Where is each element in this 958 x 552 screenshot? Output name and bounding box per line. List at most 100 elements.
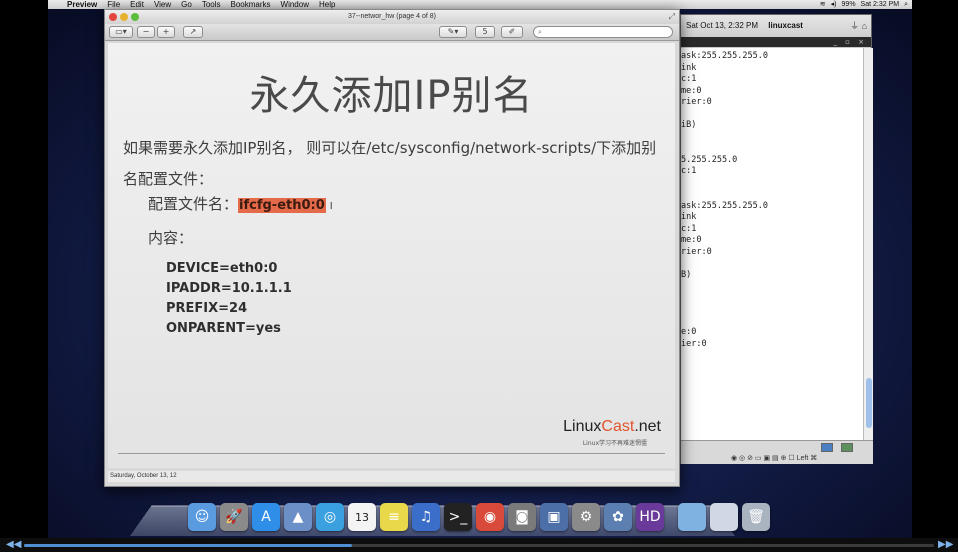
vm-display-icon[interactable]: [841, 443, 853, 452]
vm-tray-icons: ⏚ ⌂: [850, 21, 867, 31]
spotlight-icon[interactable]: ⌕: [904, 0, 908, 9]
slide-paragraph: 如果需要永久添加IP别名， 则可以在/etc/sysconfig/network…: [123, 139, 657, 188]
code-line: IPADDR=10.1.1.1: [166, 281, 292, 296]
vm-top-bar: Sat Oct 13, 2:32 PM linuxcast ⏚ ⌂: [681, 15, 871, 37]
vm-view-icon[interactable]: [821, 443, 833, 452]
code-line: PREFIX=24: [166, 301, 248, 316]
hd-icon[interactable]: HD: [636, 503, 664, 531]
slide-footer-date: Saturday, October 13, 12: [108, 471, 675, 482]
zoom-icon[interactable]: [131, 13, 139, 21]
terminal-line: c:1: [681, 166, 697, 176]
itunes-icon[interactable]: ♫: [412, 503, 440, 531]
edit-button[interactable]: ✐: [501, 26, 523, 38]
terminal-line: e:0: [681, 327, 697, 337]
close-icon[interactable]: [109, 13, 117, 21]
page-number-field[interactable]: 5: [475, 26, 495, 38]
fullscreen-icon[interactable]: ⤢: [669, 10, 675, 24]
slide-title: 永久添加IP别名: [249, 73, 534, 119]
system-preferences-icon[interactable]: ⚙: [572, 503, 600, 531]
menu-window[interactable]: Window: [276, 0, 314, 9]
search-input[interactable]: ⌕: [533, 26, 673, 38]
chrome-icon[interactable]: ◉: [476, 503, 504, 531]
calendar-icon[interactable]: 13: [348, 503, 376, 531]
terminal-line: iB): [681, 120, 697, 130]
launchpad-icon[interactable]: 🚀: [220, 503, 248, 531]
safari-icon[interactable]: ◎: [316, 503, 344, 531]
photo-booth-icon[interactable]: ◙: [508, 503, 536, 531]
menu-tools[interactable]: Tools: [197, 0, 226, 9]
trash-icon[interactable]: 🗑: [742, 503, 770, 531]
minimize-icon[interactable]: [120, 13, 128, 21]
finder-icon[interactable]: ☺: [188, 503, 216, 531]
menu-app[interactable]: Preview: [62, 0, 102, 9]
iphoto-icon[interactable]: ✿: [604, 503, 632, 531]
wifi-icon[interactable]: ≋: [820, 0, 826, 9]
share-button[interactable]: ↗: [183, 26, 203, 38]
terminal-icon[interactable]: >_: [444, 503, 472, 531]
vm-hostname: linuxcast: [768, 21, 803, 30]
terminal-line: ier:0: [681, 338, 707, 349]
window-controls-icon[interactable]: _ ▫ ×: [833, 37, 867, 47]
config-code-block: DEVICE=eth0:0 IPADDR=10.1.1.1 PREFIX=24 …: [166, 259, 292, 339]
highlighted-filename[interactable]: ifcfg-eth0:0: [238, 198, 326, 213]
menubar-clock[interactable]: Sat 2:32 PM: [861, 0, 900, 9]
config-label: 配置文件名：: [148, 195, 239, 213]
preview-titlebar: 37--networ_hw (page 4 of 8) ⤢: [105, 10, 679, 24]
video-controls: ◀◀ ▶▶: [0, 538, 958, 552]
rewind-icon[interactable]: ◀◀: [6, 538, 21, 552]
logo-tagline: Linux学习不再难迷惘僵: [582, 440, 647, 447]
terminal-line: 5.255.255.0: [681, 154, 738, 165]
linuxcast-logo: LinuxCast.net: [563, 418, 661, 436]
document-page[interactable]: 永久添加IP别名 如果需要永久添加IP别名， 则可以在/etc/sysconfi…: [108, 43, 675, 468]
folder-icon[interactable]: [678, 503, 706, 531]
fast-forward-icon[interactable]: ▶▶: [938, 538, 953, 552]
view-mode-button[interactable]: ▭▾: [109, 26, 133, 38]
terminal-line: ask:255.255.255.0: [681, 200, 768, 211]
menubar-status-area: ≋ ◂) 99% Sat 2:32 PM ⌕: [820, 0, 912, 9]
preview-toolbar: ▭▾ − + ↗ ✎▾ 5 ✐ ⌕: [105, 24, 679, 41]
annotate-button[interactable]: ✎▾: [439, 26, 467, 38]
menu-file[interactable]: File: [102, 0, 125, 9]
vm-host-key: ◉ ◎ ⊘ ▭ ▣ ▤ ⊕ ☐ Left ⌘: [731, 455, 818, 462]
scrollbar-thumb[interactable]: [866, 378, 872, 428]
menu-help[interactable]: Help: [314, 0, 340, 9]
code-line: ONPARENT=yes: [166, 321, 281, 336]
desktop: Preview File Edit View Go Tools Bookmark…: [48, 0, 912, 538]
menu-go[interactable]: Go: [176, 0, 197, 9]
terminal-line: ask:255.255.255.0: [681, 51, 768, 61]
preview-icon[interactable]: ▲: [284, 503, 312, 531]
app-store-icon[interactable]: A: [252, 503, 280, 531]
zoom-in-button[interactable]: +: [157, 26, 175, 38]
video-progress-track[interactable]: [24, 544, 934, 547]
terminal-output[interactable]: ask:255.255.255.0 ink c:1 me:0 rier:0 iB) 5.25…: [681, 48, 863, 440]
video-progress-fill: [24, 544, 352, 547]
battery-label[interactable]: 99%: [842, 0, 856, 9]
menu-view[interactable]: View: [149, 0, 176, 9]
code-line: DEVICE=eth0:0: [166, 261, 278, 276]
virtualbox-icon[interactable]: ▣: [540, 503, 568, 531]
mac-menubar: Preview File Edit View Go Tools Bookmark…: [48, 0, 912, 9]
stickies-icon[interactable]: ≡: [380, 503, 408, 531]
menu-bookmarks[interactable]: Bookmarks: [226, 0, 276, 9]
zoom-out-button[interactable]: −: [137, 26, 155, 38]
volume-icon[interactable]: ◂): [831, 0, 837, 9]
terminal-line: ink: [681, 212, 697, 222]
terminal-line: rier:0: [681, 97, 712, 107]
terminal-scrollbar[interactable]: [863, 48, 873, 440]
host-key-label: Left ⌘: [796, 455, 818, 462]
vm-datetime: Sat Oct 13, 2:32 PM: [686, 21, 759, 30]
logo-accent: Cast: [601, 418, 635, 435]
dock: ☺ 🚀 A ▲ ◎ 13 ≡ ♫ >_ ◉ ◙ ▣ ⚙ ✿ HD 🗑: [188, 495, 770, 531]
menu-edit[interactable]: Edit: [125, 0, 149, 9]
slide-divider: [118, 453, 665, 454]
terminal-line: c:1: [681, 74, 697, 84]
letterbox-left: [0, 0, 48, 538]
documents-icon[interactable]: [710, 503, 738, 531]
